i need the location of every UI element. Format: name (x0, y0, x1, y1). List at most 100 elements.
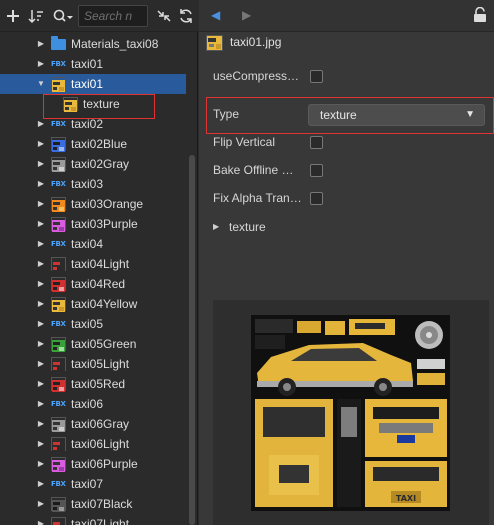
tree-item-label: taxi02Gray (71, 157, 130, 171)
chevron-right-icon[interactable]: ▶ (36, 174, 46, 194)
chevron-right-icon[interactable]: ▶ (36, 214, 46, 234)
fbx-model-icon: FBX (51, 60, 66, 68)
tree-item-label: taxi04Yellow (71, 297, 138, 311)
fbx-model-icon: FBX (51, 180, 66, 188)
flip-vertical-checkbox[interactable] (310, 136, 323, 149)
texture-thumbnail-icon (51, 297, 66, 312)
plus-icon[interactable] (6, 7, 20, 25)
tree-item[interactable]: ▶ taxi06Gray (0, 414, 186, 434)
chevron-right-icon[interactable]: ▶ (36, 54, 46, 74)
prop-use-compress-label: useCompress… (213, 69, 300, 83)
arrow-right-icon[interactable]: ▶ (242, 8, 251, 22)
tree-item[interactable]: ▶ taxi04Light (0, 254, 186, 274)
tree-item[interactable]: ▶ taxi04Yellow (0, 294, 186, 314)
chevron-right-icon[interactable]: ▶ (36, 394, 46, 414)
texture-thumbnail-icon (51, 277, 66, 292)
use-compress-checkbox[interactable] (310, 70, 323, 83)
tree-item-label: taxi06 (71, 397, 104, 411)
tree-item-label: taxi03Orange (71, 197, 144, 211)
tree-item-label: taxi05 (71, 317, 104, 331)
fbx-model-icon: FBX (51, 480, 66, 488)
chevron-right-icon[interactable]: ▶ (36, 354, 46, 374)
search-input[interactable] (79, 6, 147, 26)
tree-item-label: taxi01 (71, 77, 104, 91)
tree-item-label: taxi03Purple (71, 217, 138, 231)
texture-thumbnail-icon (51, 437, 66, 452)
chevron-right-icon[interactable]: ▶ (36, 294, 46, 314)
tree-item[interactable]: ▶ taxi03Purple (0, 214, 186, 234)
chevron-right-icon[interactable]: ▶ (36, 234, 46, 254)
tree-item[interactable]: ▶ FBX taxi04 (0, 234, 186, 254)
folder-icon (51, 36, 66, 50)
bake-offline-checkbox[interactable] (310, 164, 323, 177)
refresh-icon[interactable] (178, 7, 194, 25)
tree-scrollbar[interactable] (189, 155, 195, 525)
texture-thumbnail-icon (206, 35, 223, 51)
chevron-right-icon[interactable]: ▶ (36, 474, 46, 494)
chevron-right-icon[interactable]: ▶ (36, 514, 46, 525)
tree-item[interactable]: ▶ taxi06Light (0, 434, 186, 454)
chevron-right-icon[interactable]: ▶ (36, 434, 46, 454)
tree-item[interactable]: ▶ taxi03Orange (0, 194, 186, 214)
tree-item-label: taxi05Green (71, 337, 137, 351)
chevron-right-icon[interactable]: ▶ (36, 134, 46, 154)
chevron-down-icon[interactable]: ▼ (36, 74, 46, 94)
tree-item[interactable]: ▶ FBX taxi07 (0, 474, 186, 494)
search-field[interactable] (78, 5, 148, 27)
tree-item-label: taxi04Red (71, 277, 126, 291)
tree-item-label: taxi07Black (71, 497, 133, 511)
tree-item[interactable]: ▶ taxi06Purple (0, 454, 186, 474)
inspector-toolbar: ◀ ▶ (199, 0, 494, 32)
chevron-right-icon[interactable]: ▶ (36, 454, 46, 474)
fbx-model-icon: FBX (51, 400, 66, 408)
chevron-right-icon[interactable]: ▶ (36, 374, 46, 394)
tree-item[interactable]: ▶ taxi02Blue (0, 134, 186, 154)
highlight-annotation-texture (43, 94, 155, 119)
tree-item[interactable]: ▶ Materials_taxi08 (0, 34, 186, 54)
chevron-right-icon[interactable]: ▶ (36, 154, 46, 174)
fix-alpha-checkbox[interactable] (310, 192, 323, 205)
asset-panel: ▶Materials_taxi08▶FBXtaxi01▼taxi01textur… (0, 0, 198, 525)
chevron-right-icon[interactable]: ▶ (36, 414, 46, 434)
chevron-right-icon[interactable]: ▶ (36, 314, 46, 334)
fbx-model-icon: FBX (51, 320, 66, 328)
tree-item-label: taxi06Gray (71, 417, 130, 431)
tree-item-label: taxi05Light (71, 357, 130, 371)
tree-item-label: taxi04 (71, 237, 104, 251)
sort-icon[interactable] (28, 7, 46, 25)
tree-item[interactable]: ▶ FBX taxi01 (0, 54, 186, 74)
chevron-right-icon[interactable]: ▶ (36, 194, 46, 214)
tree-item[interactable]: ▶ taxi05Green (0, 334, 186, 354)
tree-item-label: taxi07 (71, 477, 104, 491)
collapse-arrows-icon[interactable] (156, 7, 172, 25)
chevron-right-icon[interactable]: ▶ (36, 334, 46, 354)
tree-item[interactable]: ▼ taxi01 (0, 74, 186, 94)
texture-thumbnail-icon (51, 377, 66, 392)
subasset-texture-label: texture (229, 220, 266, 234)
tree-item[interactable]: ▶ taxi07Black (0, 494, 186, 514)
tree-item[interactable]: ▶ taxi04Red (0, 274, 186, 294)
tree-item-label: taxi05Red (71, 377, 126, 391)
lock-icon[interactable] (473, 6, 487, 23)
arrow-left-icon[interactable]: ◀ (211, 8, 220, 22)
texture-thumbnail-icon (51, 457, 66, 472)
tree-item[interactable]: ▶ taxi05Light (0, 354, 186, 374)
chevron-right-icon[interactable]: ▶ (36, 34, 46, 54)
prop-flip-vertical-label: Flip Vertical (213, 135, 276, 149)
chevron-right-icon[interactable]: ▶ (36, 494, 46, 514)
inspector-file-name: taxi01.jpg (230, 35, 282, 49)
tree-item[interactable]: ▶ FBX taxi05 (0, 314, 186, 334)
chevron-right-icon[interactable]: ▶ (36, 254, 46, 274)
tree-item[interactable]: ▶ FBX taxi06 (0, 394, 186, 414)
fbx-model-icon: FBX (51, 120, 66, 128)
magnifier-dropdown-icon[interactable] (52, 7, 74, 25)
tree-item[interactable]: ▶ taxi05Red (0, 374, 186, 394)
tree-item[interactable]: ▶ taxi02Gray (0, 154, 186, 174)
texture-thumbnail-icon (51, 357, 66, 372)
chevron-right-icon[interactable]: ▶ (36, 274, 46, 294)
tree-item[interactable]: ▶ FBX taxi03 (0, 174, 186, 194)
chevron-right-icon: ▶ (213, 222, 220, 231)
texture-thumbnail-icon (51, 337, 66, 352)
texture-thumbnail-icon (51, 217, 66, 232)
tree-item[interactable]: ▶ taxi07Light (0, 514, 186, 525)
